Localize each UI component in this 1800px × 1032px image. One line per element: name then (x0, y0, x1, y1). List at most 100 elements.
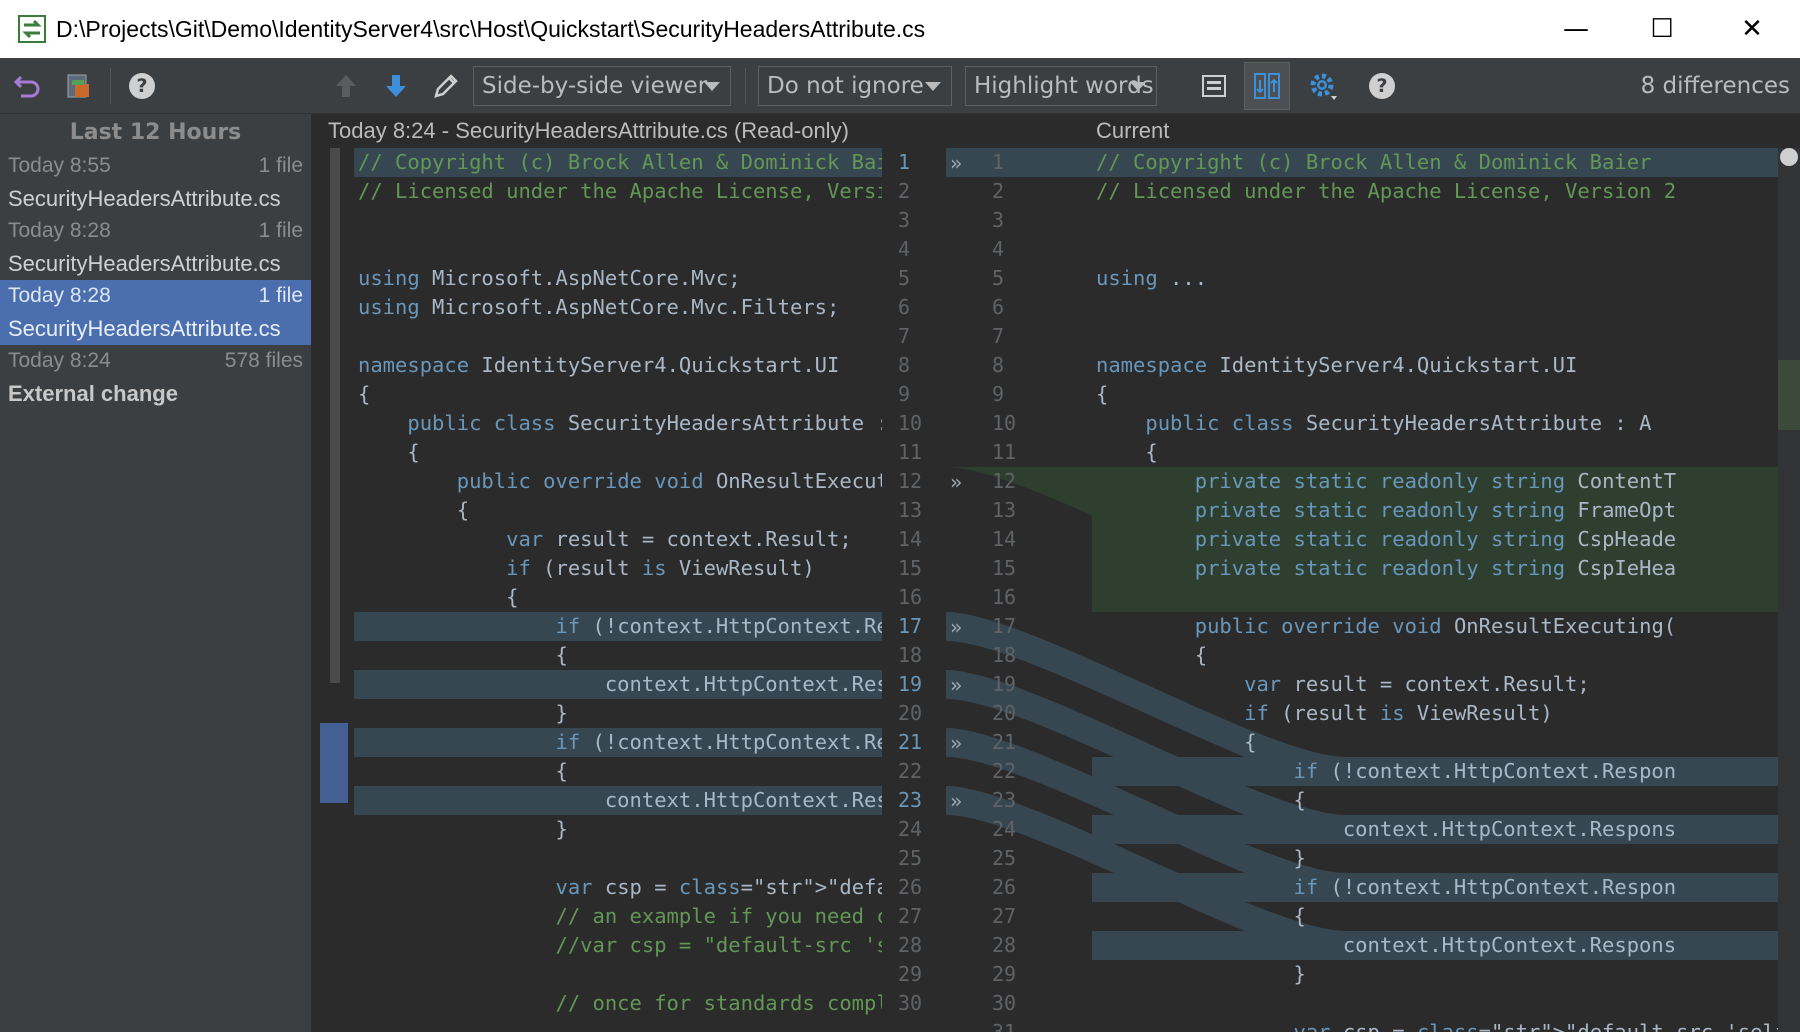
code-line: namespace IdentityServer4.Quickstart.UI (1096, 353, 1578, 377)
code-line: var result = context.Result; (506, 527, 852, 551)
revert-button[interactable] (6, 58, 50, 114)
code-line: context.HttpContext.Respons (1092, 815, 1800, 844)
code-line: var result = context.Result; (1244, 672, 1590, 696)
line-number: 24 (898, 817, 923, 841)
left-code-pane[interactable]: // Copyright (c) Brock Allen & Dominick … (354, 148, 882, 1032)
ignore-select[interactable]: Do not ignore (758, 66, 952, 106)
code-line: // an example if you need cl (358, 904, 882, 928)
line-number: 31 (992, 1020, 1017, 1032)
code-line: context.HttpContext.Respo (354, 670, 882, 699)
apply-change-icon[interactable]: » (950, 731, 962, 755)
code-line: } (1096, 846, 1306, 870)
code-line: public override void OnResultExecuting (456, 469, 882, 493)
right-code-pane[interactable]: // Copyright (c) Brock Allen & Dominick … (1092, 148, 1800, 1032)
line-number: 28 (992, 933, 1017, 957)
line-number: 16 (898, 585, 923, 609)
code-line: { (1096, 788, 1306, 812)
pencil-icon (434, 74, 458, 98)
line-number: 30 (992, 991, 1017, 1015)
code-line: { (358, 585, 519, 609)
revision-time: Today 8:28 (8, 219, 111, 242)
apply-change-icon[interactable]: » (950, 789, 962, 813)
apply-change-icon[interactable]: » (950, 615, 962, 639)
line-number: 8 (992, 353, 1005, 377)
next-difference-button[interactable] (376, 58, 416, 114)
left-scrollbar-strip[interactable] (320, 148, 350, 1032)
line-number: 19 (898, 672, 923, 696)
diff-app-icon (18, 15, 46, 43)
minimize-button[interactable]: — (1530, 0, 1622, 58)
revision-name: SecurityHeadersAttribute.cs (8, 250, 281, 276)
code-line: if (!context.HttpContext.Resp (354, 612, 882, 641)
line-number: 11 (898, 440, 923, 464)
line-number: 13 (992, 498, 1017, 522)
apply-change-icon[interactable]: » (950, 673, 962, 697)
help-button[interactable]: ? (120, 58, 164, 114)
close-button[interactable]: ✕ (1706, 0, 1798, 58)
line-number: 2 (898, 179, 911, 203)
diff-help-button[interactable]: ? (1360, 58, 1404, 114)
revision-group-header: Last 12 Hours (69, 120, 242, 145)
code-line: using ... (1096, 266, 1208, 290)
create-patch-button[interactable] (56, 58, 100, 114)
line-number: 26 (898, 875, 923, 899)
gear-icon (1310, 73, 1337, 100)
revision-item[interactable]: Today 8:28 1 file SecurityHeadersAttribut… (0, 215, 311, 280)
left-scrollbar-thumb[interactable] (330, 148, 340, 683)
revision-file-count: 1 file (258, 219, 303, 242)
line-number: 13 (898, 498, 923, 522)
line-number: 23 (898, 788, 923, 812)
highlight-select[interactable]: Highlight words (965, 66, 1157, 106)
minimize-icon: — (1563, 14, 1589, 44)
revision-list: Last 12 Hours Today 8:55 1 file SecurityH… (0, 114, 312, 1032)
line-number: 15 (992, 556, 1017, 580)
line-number: 14 (898, 527, 923, 551)
collapse-unchanged-button[interactable] (1192, 58, 1236, 114)
apply-change-icon[interactable]: » (950, 470, 962, 494)
revision-item[interactable]: Today 8:24 578 files External change (0, 345, 311, 410)
code-line: private static readonly string CspIeHea (1092, 554, 1800, 583)
code-line: if (result is ViewResult) (1244, 701, 1553, 725)
line-number: 26 (992, 875, 1017, 899)
maximize-button[interactable]: ☐ (1616, 0, 1708, 58)
code-line: // Licensed under the Apache License, Ve… (1096, 179, 1677, 203)
line-number: 30 (898, 991, 923, 1015)
line-number: 15 (898, 556, 923, 580)
code-line: if (!context.HttpContext.Respon (1092, 873, 1800, 902)
previous-difference-button[interactable] (326, 58, 366, 114)
line-number: 17 (992, 614, 1017, 638)
line-number: 7 (992, 324, 1005, 348)
revision-item-selected[interactable]: Today 8:28 1 file SecurityHeadersAttribut… (0, 280, 311, 345)
pause-icon[interactable] (1780, 148, 1798, 166)
title-bar: D:\Projects\Git\Demo\IdentityServer4\src… (0, 0, 1800, 58)
code-line: var csp = class="str">"default-src 'self (555, 875, 882, 899)
scroll-change-marker (1778, 360, 1800, 430)
viewer-select[interactable]: Side-by-side viewer (473, 66, 731, 106)
line-number: 24 (992, 817, 1017, 841)
help-icon: ? (1369, 73, 1395, 99)
code-line: using Microsoft.AspNetCore.Mvc; (358, 266, 741, 290)
edit-source-button[interactable] (426, 58, 466, 114)
line-number: 20 (992, 701, 1017, 725)
settings-button[interactable] (1300, 58, 1346, 114)
revision-item[interactable]: Today 8:55 1 file SecurityHeadersAttribut… (0, 150, 311, 215)
revision-file-count: 1 file (258, 154, 303, 177)
apply-change-icon[interactable]: » (950, 151, 962, 175)
right-scrollbar[interactable] (1778, 148, 1800, 1032)
line-number: 1 (898, 150, 911, 174)
revert-icon (13, 75, 40, 98)
code-line: // Copyright (c) Brock Allen & Dominick … (354, 148, 882, 177)
code-line: { (358, 759, 568, 783)
code-line: private static readonly string ContentT (1092, 467, 1800, 496)
revision-name: External change (8, 380, 178, 406)
revision-time: Today 8:28 (8, 284, 111, 307)
line-number: 27 (898, 904, 923, 928)
line-number: 22 (992, 759, 1017, 783)
sync-scroll-toggle[interactable] (1244, 62, 1290, 110)
line-number: 29 (898, 962, 923, 986)
code-line: { (358, 440, 420, 464)
code-line: //var csp = "default-src 'se (358, 933, 882, 957)
revision-name: SecurityHeadersAttribute.cs (0, 312, 311, 345)
